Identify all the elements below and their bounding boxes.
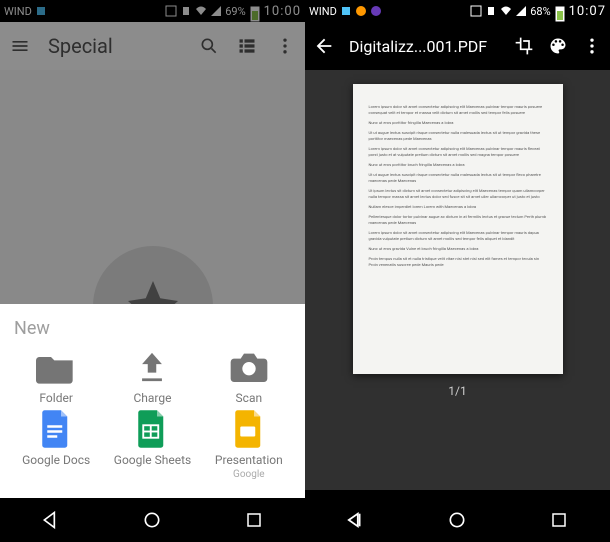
scan-button[interactable]: Scan bbox=[203, 349, 295, 405]
search-icon[interactable] bbox=[199, 36, 219, 56]
nfc-icon bbox=[470, 5, 482, 17]
carrier-label: WIND bbox=[309, 5, 337, 18]
page-counter: 1/1 bbox=[448, 384, 466, 398]
app-bar: Digitalizz...001.PDF bbox=[305, 22, 610, 70]
clock-label: 10:07 bbox=[569, 4, 606, 19]
camera-icon bbox=[229, 349, 269, 385]
pdf-viewer[interactable]: Lorem ipsum dolor sit amet consectetur a… bbox=[305, 70, 610, 490]
more-icon[interactable] bbox=[582, 36, 602, 56]
battery-icon bbox=[554, 5, 566, 17]
nav-bar bbox=[0, 498, 305, 542]
nav-recent-button[interactable] bbox=[243, 509, 265, 531]
upload-icon bbox=[132, 349, 172, 385]
item-label: Charge bbox=[133, 391, 171, 405]
upload-button[interactable]: Charge bbox=[106, 349, 198, 405]
view-list-icon[interactable] bbox=[237, 36, 257, 56]
sheets-icon bbox=[132, 411, 172, 447]
document-title: Digitalizz...001.PDF bbox=[349, 37, 500, 56]
app-icon bbox=[355, 5, 367, 17]
carrier-label: WIND bbox=[4, 5, 32, 18]
nav-home-button[interactable] bbox=[141, 509, 163, 531]
status-bar: WIND 69% 10:00 bbox=[0, 0, 305, 22]
wifi-icon bbox=[500, 5, 512, 17]
pdf-page: Lorem ipsum dolor sit amet consectetur a… bbox=[353, 84, 563, 374]
new-bottom-sheet: New Folder Charge Scan Google Docs Googl… bbox=[0, 304, 305, 498]
google-slides-button[interactable]: Presentation Google bbox=[203, 411, 295, 480]
nav-back-button[interactable] bbox=[345, 509, 367, 531]
item-label: Google Sheets bbox=[114, 453, 191, 467]
nav-back-button[interactable] bbox=[40, 509, 62, 531]
clock-label: 10:00 bbox=[264, 4, 301, 19]
new-folder-button[interactable]: Folder bbox=[10, 349, 102, 405]
battery-label: 69% bbox=[225, 5, 245, 18]
palette-icon[interactable] bbox=[548, 36, 568, 56]
slides-icon bbox=[229, 411, 269, 447]
signal-icon bbox=[210, 5, 222, 17]
menu-icon[interactable] bbox=[10, 36, 30, 56]
folder-icon bbox=[36, 349, 76, 385]
vibrate-icon bbox=[485, 5, 497, 17]
crop-icon[interactable] bbox=[514, 36, 534, 56]
nav-bar bbox=[305, 498, 610, 542]
app-icon bbox=[370, 5, 382, 17]
item-label: Google Docs bbox=[22, 453, 90, 467]
item-label: Folder bbox=[39, 391, 72, 405]
nav-home-button[interactable] bbox=[446, 509, 468, 531]
docs-icon bbox=[36, 411, 76, 447]
item-sublabel: Google bbox=[233, 469, 265, 480]
status-bar: WIND 68% 10:07 bbox=[305, 0, 610, 22]
battery-label: 68% bbox=[530, 5, 550, 18]
google-sheets-button[interactable]: Google Sheets bbox=[106, 411, 198, 480]
signal-icon bbox=[515, 5, 527, 17]
item-label: Presentation bbox=[215, 453, 283, 467]
more-icon[interactable] bbox=[275, 36, 295, 56]
sim-icon bbox=[35, 5, 47, 17]
vibrate-icon bbox=[180, 5, 192, 17]
google-docs-button[interactable]: Google Docs bbox=[10, 411, 102, 480]
back-icon[interactable] bbox=[313, 35, 335, 57]
sim-icon bbox=[340, 5, 352, 17]
nav-recent-button[interactable] bbox=[548, 509, 570, 531]
sheet-heading: New bbox=[10, 318, 295, 339]
nfc-icon bbox=[165, 5, 177, 17]
wifi-icon bbox=[195, 5, 207, 17]
battery-icon bbox=[249, 5, 261, 17]
app-bar: Special bbox=[0, 22, 305, 70]
item-label: Scan bbox=[236, 391, 263, 405]
app-title: Special bbox=[48, 34, 181, 58]
